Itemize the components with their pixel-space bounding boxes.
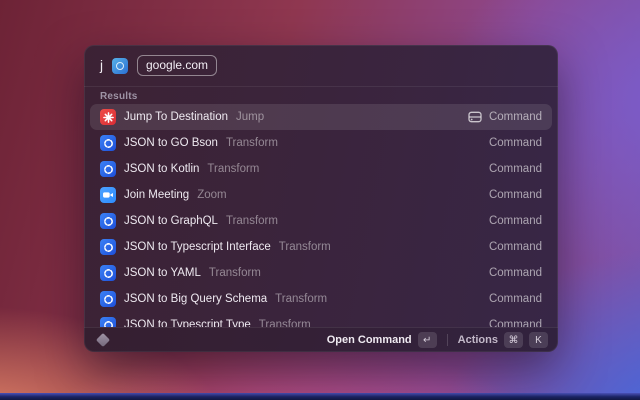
item-title: JSON to Typescript Interface — [124, 241, 271, 253]
k-key-badge: K — [529, 332, 548, 348]
item-type-label: Command — [489, 111, 542, 123]
item-subtitle: Transform — [226, 137, 278, 149]
starburst-icon — [103, 112, 114, 123]
transform-circle-icon — [103, 164, 114, 175]
item-subtitle: Transform — [259, 319, 311, 327]
item-type-label: Command — [489, 267, 542, 279]
quicklink-token[interactable]: google.com — [137, 55, 217, 76]
item-icon — [100, 213, 116, 229]
item-type-label: Command — [489, 215, 542, 227]
item-subtitle: Zoom — [197, 189, 226, 201]
item-title: JSON to Typescript Type — [124, 319, 251, 327]
quicklink-favicon-icon — [112, 58, 128, 74]
item-type-label: Command — [489, 241, 542, 253]
list-item[interactable]: JSON to Kotlin Transform Command — [90, 156, 552, 182]
item-title: JSON to GO Bson — [124, 137, 218, 149]
video-camera-icon — [102, 189, 114, 201]
search-input[interactable]: j — [100, 58, 103, 73]
item-title: JSON to Big Query Schema — [124, 293, 267, 305]
item-type-label: Command — [489, 137, 542, 149]
transform-circle-icon — [103, 138, 114, 149]
item-icon — [100, 187, 116, 203]
item-icon — [100, 239, 116, 255]
item-icon — [100, 135, 116, 151]
item-subtitle: Transform — [279, 241, 331, 253]
list-item[interactable]: JSON to Big Query Schema Transform Comma… — [90, 286, 552, 312]
item-icon — [100, 161, 116, 177]
list-item[interactable]: Join Meeting Zoom Command — [90, 182, 552, 208]
transform-circle-icon — [103, 268, 114, 279]
results-section-header: Results — [84, 87, 558, 103]
launcher-window: j google.com Results Jump To Destination… — [84, 45, 558, 352]
item-type-label: Command — [489, 189, 542, 201]
item-title: JSON to YAML — [124, 267, 201, 279]
item-title: JSON to Kotlin — [124, 163, 199, 175]
list-item[interactable]: Jump To Destination Jump Command — [90, 104, 552, 130]
footer-app-icon — [96, 333, 110, 347]
command-key-badge: ⌘ — [504, 332, 523, 348]
transform-circle-icon — [103, 294, 114, 305]
item-subtitle: Transform — [226, 215, 278, 227]
return-key-badge: ↵ — [418, 332, 437, 348]
item-icon — [100, 291, 116, 307]
item-type-label: Command — [489, 163, 542, 175]
item-subtitle: Jump — [236, 111, 264, 123]
drive-icon — [468, 111, 482, 123]
item-icon — [100, 317, 116, 327]
search-bar[interactable]: j google.com — [84, 45, 558, 87]
transform-circle-icon — [103, 242, 114, 253]
list-item[interactable]: JSON to Typescript Type Transform Comman… — [90, 312, 552, 327]
item-type-label: Command — [489, 319, 542, 327]
footer-divider — [447, 334, 448, 346]
footer-bar: Open Command ↵ Actions ⌘ K — [84, 327, 558, 352]
item-subtitle: Transform — [207, 163, 259, 175]
list-item[interactable]: JSON to Typescript Interface Transform C… — [90, 234, 552, 260]
actions-button[interactable]: Actions — [458, 334, 498, 346]
wallpaper-bottom-strip — [0, 393, 640, 400]
item-subtitle: Transform — [209, 267, 261, 279]
item-title: Join Meeting — [124, 189, 189, 201]
results-list[interactable]: Jump To Destination Jump Command — [84, 103, 558, 327]
item-title: Jump To Destination — [124, 111, 228, 123]
item-type-label: Command — [489, 293, 542, 305]
item-subtitle: Transform — [275, 293, 327, 305]
item-icon — [100, 109, 116, 125]
list-item[interactable]: JSON to GraphQL Transform Command — [90, 208, 552, 234]
transform-circle-icon — [103, 216, 114, 227]
item-icon — [100, 265, 116, 281]
item-title: JSON to GraphQL — [124, 215, 218, 227]
transform-circle-icon — [103, 320, 114, 328]
list-item[interactable]: JSON to YAML Transform Command — [90, 260, 552, 286]
list-item[interactable]: JSON to GO Bson Transform Command — [90, 130, 552, 156]
open-command-button[interactable]: Open Command — [327, 334, 412, 346]
